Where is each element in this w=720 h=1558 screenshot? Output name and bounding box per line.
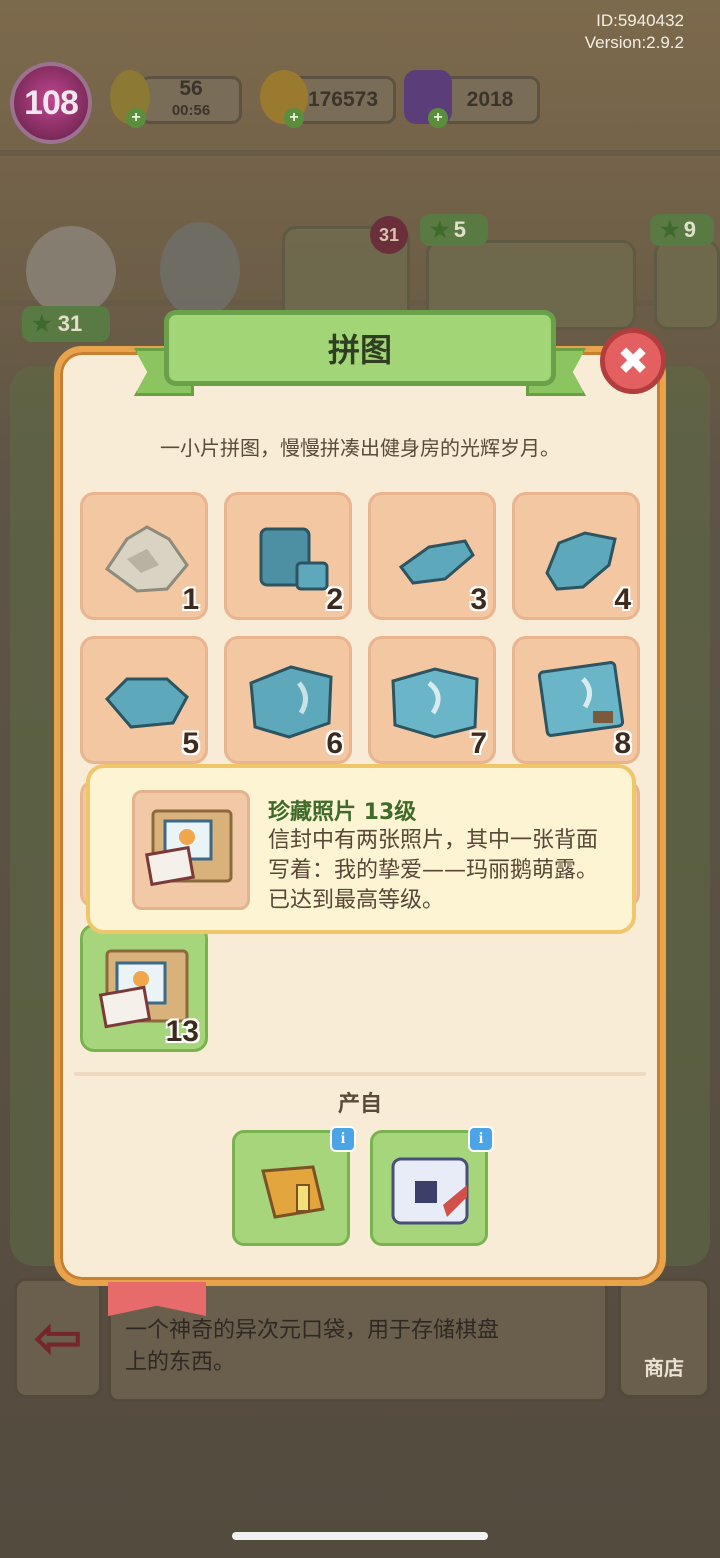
player-level: 108 (24, 83, 79, 122)
puzzle-tile-2[interactable]: 2 (224, 492, 352, 620)
puzzle-tile-7[interactable]: 7 (368, 636, 496, 764)
dialog-title-ribbon: 拼图 (164, 310, 556, 386)
puzzle-tile-6[interactable]: 6 (224, 636, 352, 764)
puzzle-tile-13[interactable]: 13 (80, 924, 208, 1052)
coin-value: 176573 (307, 88, 379, 111)
item-tooltip: 珍藏照片 13级 信封中有两张照片，其中一张背面写着：我的挚爱——玛丽鹅萌露。已… (86, 764, 636, 934)
storage-desc-line: 一个神奇的异次元口袋，用于存储棋盘 (125, 1318, 500, 1343)
order-star-tag: ★ 9 (650, 214, 714, 246)
tag-value: 31 (57, 311, 83, 336)
storage-desc-line: 上的东西。 (125, 1350, 236, 1375)
close-button[interactable]: ✖ (600, 328, 666, 394)
close-icon: ✖ (617, 339, 649, 383)
tooltip-description: 信封中有两张照片，其中一张背面写着：我的挚爱——玛丽鹅萌露。已达到最高等级。 (268, 828, 599, 913)
tag-value: 5 (453, 217, 466, 242)
photo-envelope-icon (144, 809, 233, 887)
puzzle-tile-3[interactable]: 3 (368, 492, 496, 620)
energy-counter[interactable]: 56 00:56 (140, 76, 242, 124)
worker-goose-character[interactable] (26, 226, 116, 316)
background-stripe (0, 150, 720, 156)
tag-value: 9 (683, 217, 696, 242)
tile-level: 3 (470, 583, 487, 616)
puzzle-tile-8[interactable]: 8 (512, 636, 640, 764)
dialog-title: 拼图 (327, 331, 392, 369)
info-glyph: i (340, 1130, 346, 1147)
add-energy-icon[interactable]: + (126, 108, 146, 128)
puzzle-tile-5[interactable]: 5 (80, 636, 208, 764)
star-icon: ★ (660, 217, 680, 242)
tooltip-title: 珍藏照片 13级 (268, 800, 417, 825)
order-star-tag: ★ 5 (420, 214, 488, 246)
version-text: Version:2.9.2 (584, 33, 684, 52)
info-glyph: i (478, 1130, 484, 1147)
tile-level: 4 (614, 583, 631, 616)
build-info: ID:5940432 Version:2.9.2 (585, 10, 684, 54)
exit-button[interactable]: ⇦ (14, 1278, 102, 1398)
source-label: 产自 (337, 1092, 382, 1117)
paper-bag-icon (261, 1165, 325, 1219)
goose-character[interactable] (160, 222, 240, 318)
energy-value: 56 (179, 77, 203, 100)
energy-timer: 00:56 (171, 102, 211, 119)
character-level-tag: ★ 31 (22, 306, 110, 342)
dialog-subtitle: 一小片拼图，慢慢拼凑出健身房的光辉岁月。 (160, 436, 560, 460)
tile-level: 2 (326, 583, 343, 616)
gem-counter[interactable]: 2018 (440, 76, 540, 124)
puzzle-tile-4[interactable]: 4 (512, 492, 640, 620)
tile-level: 7 (470, 727, 487, 760)
shop-button[interactable]: 商店 (618, 1278, 710, 1398)
info-icon[interactable]: i (330, 1126, 356, 1152)
player-id: ID:5940432 (596, 11, 684, 30)
tile-level: 6 (326, 727, 343, 760)
tile-level: 13 (165, 1015, 199, 1048)
info-icon[interactable]: i (468, 1126, 494, 1152)
order-count-badge: 31 (370, 216, 408, 254)
section-divider (74, 1072, 646, 1076)
puzzle-tile-1[interactable]: 1 (80, 492, 208, 620)
tooltip-item-thumbnail (132, 790, 250, 910)
add-gems-icon[interactable]: + (428, 108, 448, 128)
home-indicator[interactable] (232, 1532, 488, 1540)
gem-value: 2018 (466, 88, 514, 111)
puzzle-box-icon (391, 1157, 469, 1225)
exit-icon: ⇦ (32, 1303, 84, 1373)
add-coins-icon[interactable]: + (284, 108, 304, 128)
tile-level: 1 (182, 583, 199, 616)
star-icon: ★ (32, 311, 52, 336)
star-icon: ★ (430, 217, 450, 242)
level-badge-icon[interactable]: 108 (10, 62, 92, 144)
shop-label: 商店 (644, 1356, 684, 1380)
order-card[interactable] (654, 240, 720, 330)
tile-level: 5 (182, 727, 199, 760)
tile-level: 8 (614, 727, 631, 760)
